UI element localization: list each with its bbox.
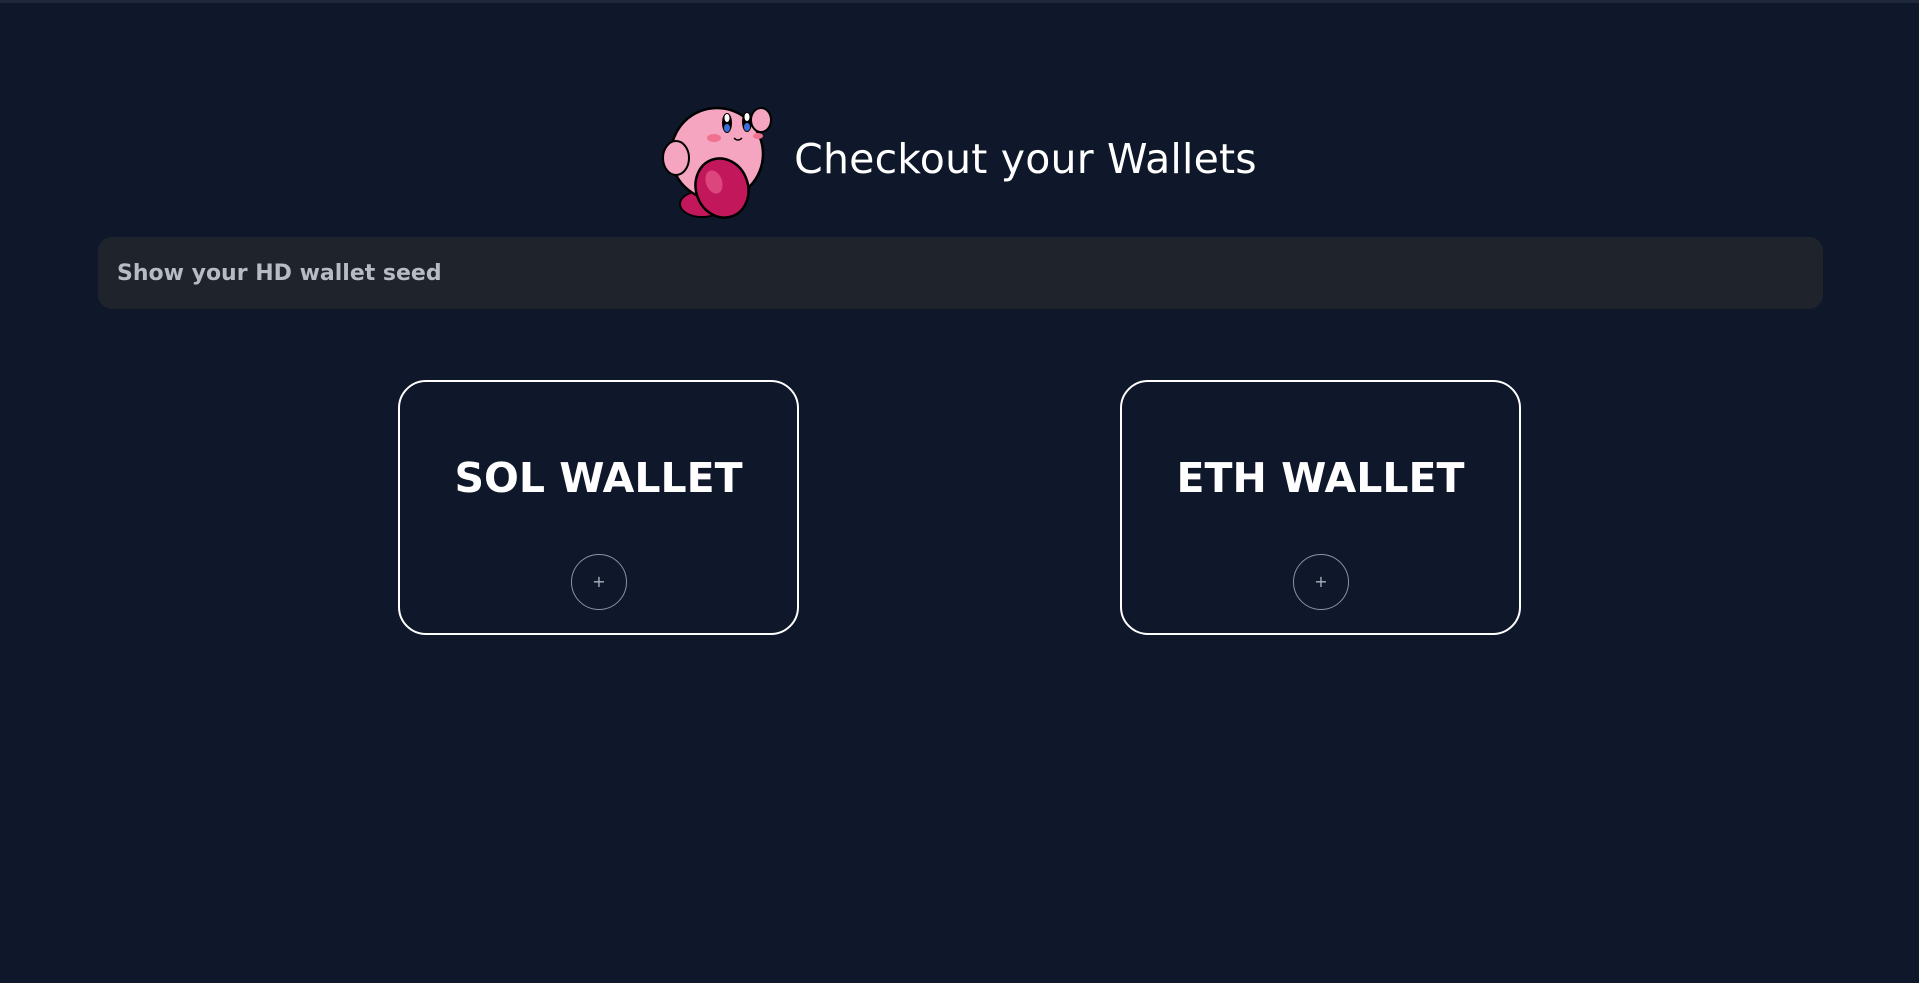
eth-wallet-title: ETH WALLET (1176, 454, 1465, 502)
plus-icon: + (1314, 572, 1328, 591)
page-title: Checkout your Wallets (794, 135, 1257, 183)
page-header: Checkout your Wallets (0, 98, 1919, 220)
top-border (0, 0, 1919, 3)
add-sol-wallet-button[interactable]: + (571, 554, 627, 610)
show-seed-label: Show your HD wallet seed (117, 260, 442, 286)
kirby-mascot-icon (662, 106, 773, 219)
eth-wallet-card: ETH WALLET + (1120, 380, 1521, 635)
add-eth-wallet-button[interactable]: + (1293, 554, 1349, 610)
sol-wallet-card: SOL WALLET + (398, 380, 799, 635)
show-seed-toggle[interactable]: Show your HD wallet seed (98, 237, 1823, 309)
plus-icon: + (592, 572, 606, 591)
sol-wallet-title: SOL WALLET (454, 454, 743, 502)
